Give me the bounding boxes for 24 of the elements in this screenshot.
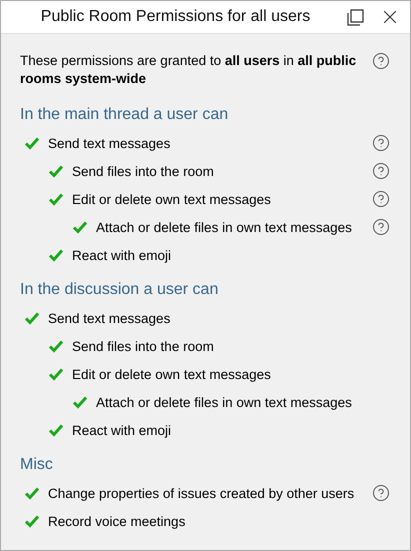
permission-label: Attach or delete files in own text messages (96, 220, 353, 234)
permission-label: Edit or delete own text messages (72, 192, 272, 206)
permission-label: Send text messages (48, 136, 172, 150)
permission-label: React with emoji (72, 422, 172, 438)
permission-label: Send text messages (48, 310, 172, 326)
maximize-icon (346, 7, 366, 27)
help-icon[interactable] (372, 52, 390, 70)
help-icon[interactable] (372, 134, 390, 152)
help-icon[interactable] (372, 162, 390, 180)
permission-label: Record voice meetings (48, 514, 186, 528)
section-heading: Misc (20, 455, 54, 475)
intro-text: These permissions are granted to all users in all public rooms system-wide (20, 52, 358, 88)
section-heading: In the discussion a user can (20, 280, 220, 300)
permission-label: Send files into the room (72, 338, 215, 354)
permission-label: Attach or delete files in own text messages (96, 394, 353, 410)
permission-label: Edit or delete own text messages (72, 366, 272, 382)
help-icon[interactable] (372, 484, 390, 502)
permission-label: Change properties of issues created by other users (48, 486, 356, 500)
permission-label: Send files into the room (72, 164, 215, 178)
help-icon[interactable] (372, 190, 390, 208)
help-icon[interactable] (372, 218, 390, 236)
window-title: Public Room Permissions for all users (40, 8, 312, 26)
permission-label: React with emoji (72, 248, 172, 262)
section-heading: In the main thread a user can (20, 105, 230, 125)
